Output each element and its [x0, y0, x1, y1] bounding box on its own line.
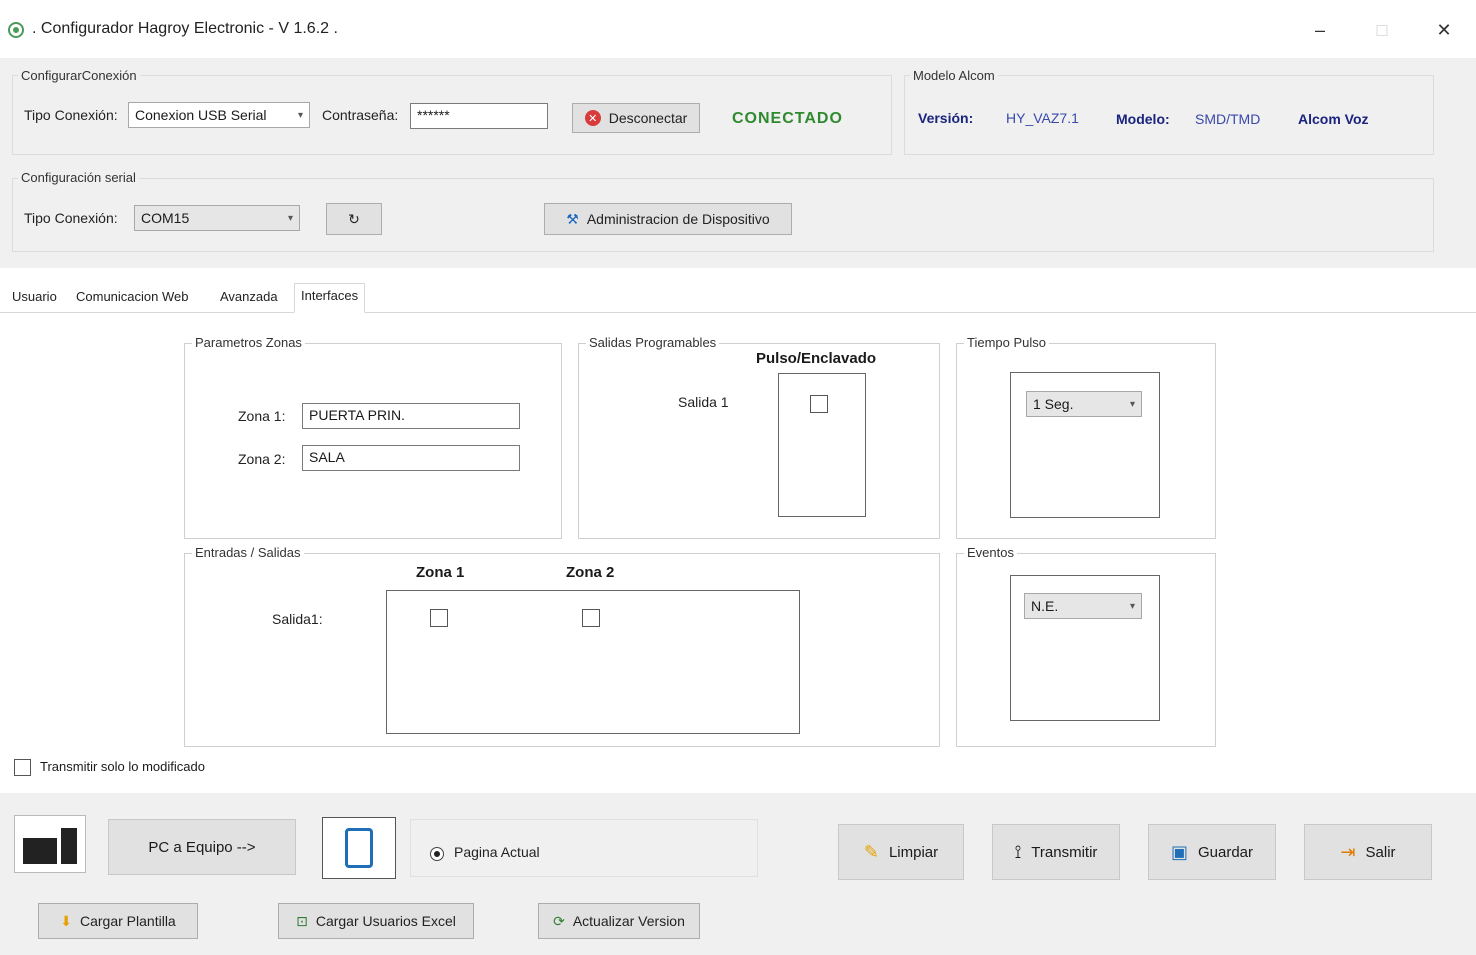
- chevron-down-icon: ▾: [1129, 398, 1135, 410]
- zona2-input[interactable]: SALA: [302, 445, 520, 471]
- connection-group-label: ConfigurarConexión: [18, 68, 140, 83]
- title-bar: . Configurador Hagroy Electronic - V 1.6…: [0, 0, 1476, 58]
- zona2-column-header: Zona 2: [566, 564, 615, 581]
- chevron-down-icon: ▾: [287, 212, 293, 224]
- tab-usuario[interactable]: Usuario: [8, 287, 61, 306]
- zona1-input[interactable]: PUERTA PRIN.: [302, 403, 520, 429]
- tab-avanzada[interactable]: Avanzada: [216, 287, 282, 306]
- transmit-modified-checkbox[interactable]: [14, 759, 31, 776]
- admin-device-button[interactable]: ⚒ Administracion de Dispositivo: [544, 203, 792, 235]
- cargar-excel-label: Cargar Usuarios Excel: [315, 913, 456, 929]
- refresh-button[interactable]: ↻: [326, 203, 382, 235]
- pulso-enclavado-header: Pulso/Enclavado: [756, 350, 877, 367]
- direction-button[interactable]: PC a Equipo -->: [108, 819, 296, 875]
- refresh-icon: ↻: [348, 210, 360, 227]
- serial-group-label: Configuración serial: [18, 170, 139, 185]
- app-icon: [8, 22, 24, 38]
- version-value: HY_VAZ7.1: [1006, 110, 1079, 126]
- salidas-group: [578, 343, 940, 539]
- limpiar-label: Limpiar: [888, 843, 939, 861]
- chevron-down-icon: ▾: [297, 109, 303, 121]
- pc-device-icon: [14, 815, 86, 873]
- actualizar-version-label: Actualizar Version: [572, 913, 685, 929]
- cargar-plantilla-label: Cargar Plantilla: [80, 913, 176, 929]
- salir-label: Salir: [1365, 843, 1396, 861]
- transmitir-button[interactable]: ⟟ Transmitir: [992, 824, 1120, 880]
- com-port-select[interactable]: COM15 ▾: [134, 205, 300, 231]
- zonas-group-label: Parametros Zonas: [192, 335, 305, 350]
- eventos-value: N.E.: [1031, 598, 1059, 614]
- zona1-column-header: Zona 1: [416, 564, 465, 581]
- disconnect-button[interactable]: ✕ Desconectar: [572, 103, 700, 133]
- salida1-zona2-checkbox[interactable]: [582, 609, 600, 627]
- zona2-label: Zona 2:: [238, 451, 286, 467]
- download-icon: ⬇: [60, 912, 72, 929]
- device-icon: [322, 817, 396, 879]
- maximize-button[interactable]: □: [1362, 14, 1402, 46]
- tipo-conexion-label: Tipo Conexión:: [24, 107, 118, 123]
- zona1-label: Zona 1:: [238, 408, 286, 424]
- modelo-value: SMD/TMD: [1195, 111, 1261, 127]
- salida1-label: Salida 1: [678, 394, 729, 410]
- com-port-value: COM15: [141, 210, 190, 226]
- cargar-plantilla-button[interactable]: ⬇ Cargar Plantilla: [38, 903, 198, 939]
- transmit-modified-label: Transmitir solo lo modificado: [40, 759, 205, 774]
- exit-icon: ⇥: [1340, 841, 1356, 862]
- connection-panel: ConfigurarConexión Tipo Conexión: Conexi…: [0, 58, 1476, 268]
- eventos-select[interactable]: N.E. ▾: [1024, 593, 1142, 619]
- tab-interfaces[interactable]: Interfaces: [294, 283, 366, 313]
- interfaces-panel: Parametros Zonas Zona 1: PUERTA PRIN. Zo…: [0, 313, 1476, 793]
- minimize-button[interactable]: –: [1300, 14, 1340, 46]
- pagina-actual-label: Pagina Actual: [454, 844, 540, 860]
- product-name: Alcom Voz: [1298, 111, 1369, 127]
- guardar-label: Guardar: [1197, 843, 1254, 861]
- connection-status: CONECTADO: [732, 110, 843, 127]
- tab-strip: Usuario Comunicacion Web Avanzada Interf…: [0, 283, 1476, 313]
- rss-icon: ⟟: [1014, 841, 1022, 862]
- cargar-excel-button[interactable]: ⊡ Cargar Usuarios Excel: [278, 903, 474, 939]
- admin-device-label: Administracion de Dispositivo: [586, 211, 770, 227]
- save-icon: ▣: [1170, 841, 1188, 862]
- password-label: Contraseña:: [322, 107, 399, 123]
- disconnect-label: Desconectar: [608, 110, 688, 126]
- broom-icon: ✎: [863, 841, 879, 862]
- tiempo-value: 1 Seg.: [1033, 396, 1074, 412]
- version-label: Versión:: [918, 110, 974, 126]
- password-input[interactable]: ******: [410, 103, 548, 129]
- action-bar: PC a Equipo --> Pagina Actual ✎ Limpiar …: [0, 793, 1476, 955]
- actualizar-version-button[interactable]: ⟳ Actualizar Version: [538, 903, 700, 939]
- modelo-label: Modelo:: [1116, 111, 1170, 127]
- entradas-salidas-label: Entradas / Salidas: [192, 545, 304, 560]
- close-button[interactable]: ✕: [1424, 14, 1464, 46]
- model-group-label: Modelo Alcom: [910, 68, 998, 83]
- pagina-actual-radio[interactable]: [430, 847, 444, 861]
- window-title: . Configurador Hagroy Electronic - V 1.6…: [32, 20, 338, 37]
- tab-comunicacion-web[interactable]: Comunicacion Web: [72, 287, 192, 306]
- eventos-group-label: Eventos: [964, 545, 1017, 560]
- limpiar-button[interactable]: ✎ Limpiar: [838, 824, 964, 880]
- salida1-row-label: Salida1:: [272, 611, 323, 627]
- serial-tipo-label: Tipo Conexión:: [24, 210, 118, 226]
- salir-button[interactable]: ⇥ Salir: [1304, 824, 1432, 880]
- tipo-conexion-select[interactable]: Conexion USB Serial ▾: [128, 102, 310, 128]
- zonas-group: [184, 343, 562, 539]
- excel-icon: ⊡: [296, 912, 308, 929]
- tiempo-group-label: Tiempo Pulso: [964, 335, 1049, 350]
- chevron-down-icon: ▾: [1129, 600, 1135, 612]
- salida1-pulso-checkbox[interactable]: [810, 395, 828, 413]
- update-icon: ⟳: [553, 912, 565, 929]
- salida1-zona1-checkbox[interactable]: [430, 609, 448, 627]
- tipo-conexion-value: Conexion USB Serial: [135, 107, 267, 123]
- salidas-group-label: Salidas Programables: [586, 335, 720, 350]
- disconnect-icon: ✕: [584, 110, 601, 126]
- transmitir-label: Transmitir: [1031, 843, 1098, 861]
- tiempo-select[interactable]: 1 Seg. ▾: [1026, 391, 1142, 417]
- tools-icon: ⚒: [566, 210, 579, 227]
- guardar-button[interactable]: ▣ Guardar: [1148, 824, 1276, 880]
